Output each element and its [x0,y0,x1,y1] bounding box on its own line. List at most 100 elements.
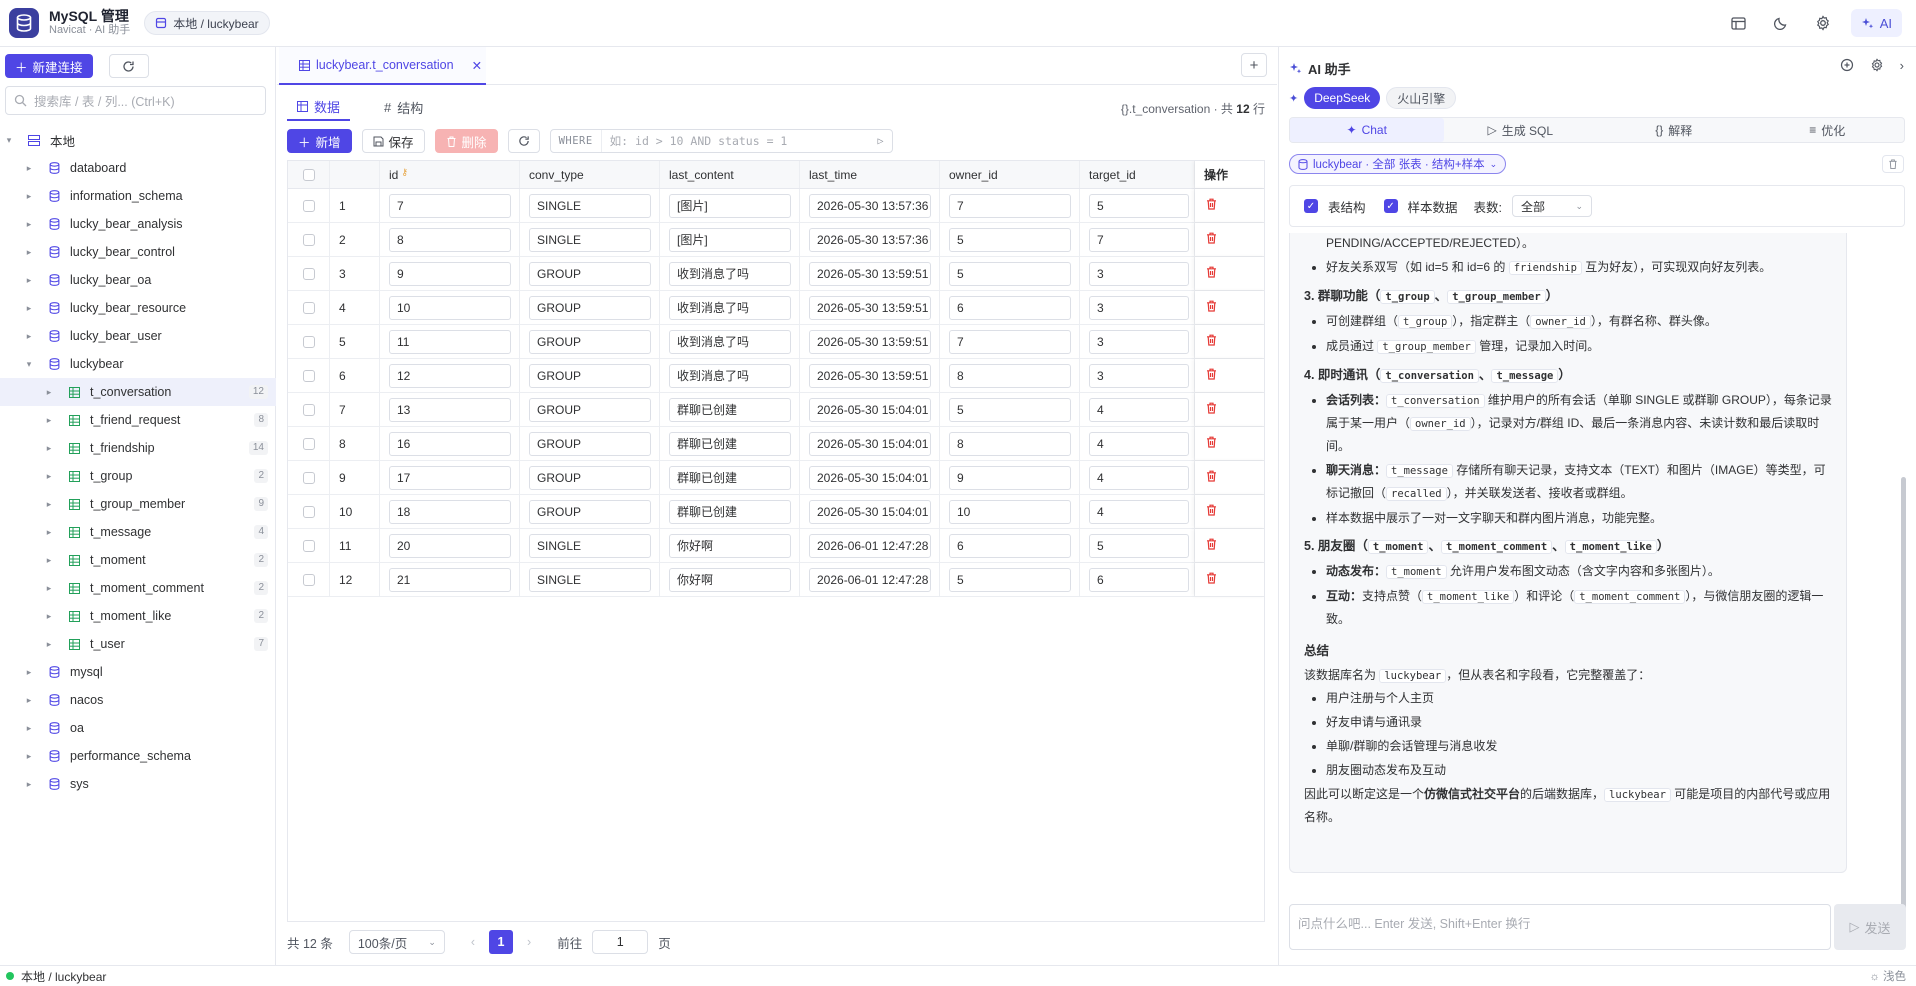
connection-breadcrumb[interactable]: 本地 / luckybear [144,11,270,35]
cell-editor-id[interactable]: 9 [389,261,511,286]
ai-toggle-button[interactable]: AI [1850,9,1902,37]
cell-editor-target-id[interactable]: 4 [1089,499,1189,524]
cell-editor-conv-type[interactable]: SINGLE [529,227,651,252]
cell-editor-conv-type[interactable]: GROUP [529,397,651,422]
tree-item-database[interactable]: ▸ lucky_bear_user [0,322,276,350]
tree-item-table[interactable]: ▸ t_user 7 [0,630,276,658]
row-checkbox[interactable] [302,437,315,450]
row-checkbox[interactable] [302,573,315,586]
send-button[interactable]: ▷ 发送 [1834,904,1906,950]
cell-editor-conv-type[interactable]: GROUP [529,363,651,388]
cell-editor-id[interactable]: 18 [389,499,511,524]
chevron-right-icon[interactable]: ▸ [44,555,54,566]
cell-editor-owner-id[interactable]: 8 [949,363,1071,388]
tree-item-table[interactable]: ▸ t_friendship 14 [0,434,276,462]
chevron-right-icon[interactable]: ▸ [24,331,34,342]
cell-editor-target-id[interactable]: 4 [1089,465,1189,490]
tree-item-table[interactable]: ▸ t_group 2 [0,462,276,490]
cell-editor-last-time[interactable]: 2026-05-30 13:57:36 [809,227,931,252]
cell-editor-conv-type[interactable]: GROUP [529,465,651,490]
table-row[interactable]: 9 17 GROUP 群聊已创建 2026-05-30 15:04:01 9 4 [288,461,1264,495]
chevron-right-icon[interactable]: ▸ [24,667,34,678]
cell-editor-last-content[interactable]: [图片] [669,227,791,252]
cell-editor-last-content[interactable]: 收到消息了吗 [669,295,791,320]
chevron-down-icon[interactable]: ▾ [4,135,14,146]
checkbox[interactable] [302,168,315,181]
chevron-right-icon[interactable]: › [1900,58,1904,75]
tree-item-database[interactable]: ▸ sys [0,770,276,798]
tree-item-root[interactable]: ▾ 本地 [0,126,276,154]
new-tab-button[interactable]: + [1241,53,1267,77]
cell-editor-id[interactable]: 12 [389,363,511,388]
cell-editor-conv-type[interactable]: SINGLE [529,567,651,592]
cell-editor-last-time[interactable]: 2026-06-01 12:47:28 [809,533,931,558]
chevron-right-icon[interactable]: ▸ [44,471,54,482]
tables-count-select[interactable]: 全部 ⌄ [1512,195,1593,217]
tree-item-database[interactable]: ▸ nacos [0,686,276,714]
cell-editor-id[interactable]: 7 [389,193,511,218]
tree-item-database[interactable]: ▸ mysql [0,658,276,686]
table-row[interactable]: 3 9 GROUP 收到消息了吗 2026-05-30 13:59:51 5 3 [288,257,1264,291]
cell-editor-conv-type[interactable]: SINGLE [529,533,651,558]
sidebar-search-input[interactable]: 搜索库 / 表 / 列... (Ctrl+K) [5,86,266,115]
row-checkbox-cell[interactable] [288,495,330,528]
cell-editor-last-content[interactable]: 收到消息了吗 [669,261,791,286]
cell-editor-last-time[interactable]: 2026-05-30 15:04:01 [809,431,931,456]
cell-editor-last-content[interactable]: 你好啊 [669,567,791,592]
clear-chat-button[interactable] [1882,155,1904,173]
cell-editor-owner-id[interactable]: 6 [949,295,1071,320]
cell-editor-target-id[interactable]: 7 [1089,227,1189,252]
layout-icon[interactable] [1725,9,1753,37]
new-connection-button[interactable]: ＋ 新建连接 [5,54,93,78]
delete-row-icon[interactable] [1206,232,1217,247]
chevron-right-icon[interactable]: ▸ [44,611,54,622]
cell-editor-last-content[interactable]: 群聊已创建 [669,465,791,490]
chevron-right-icon[interactable]: ▸ [24,275,34,286]
chevron-down-icon[interactable]: ▾ [24,359,34,370]
close-icon[interactable]: ✕ [472,58,482,73]
cell-editor-last-time[interactable]: 2026-05-30 15:04:01 [809,499,931,524]
tab-structure[interactable]: # 结构 [374,93,433,121]
tree-item-database[interactable]: ▸ lucky_bear_analysis [0,210,276,238]
refresh-data-button[interactable] [507,129,540,153]
row-checkbox[interactable] [302,335,315,348]
row-checkbox[interactable] [302,369,315,382]
delete-row-icon[interactable] [1206,334,1217,349]
save-button[interactable]: 保存 [361,129,425,153]
row-checkbox-cell[interactable] [288,393,330,426]
cell-editor-conv-type[interactable]: GROUP [529,431,651,456]
cell-editor-last-content[interactable]: 群聊已创建 [669,397,791,422]
chevron-right-icon[interactable]: ▸ [44,415,54,426]
cell-editor-owner-id[interactable]: 5 [949,397,1071,422]
row-checkbox[interactable] [302,301,315,314]
column-header-owner-id[interactable]: owner_id [940,161,1080,188]
tab-generate-sql[interactable]: ▷ 生成 SQL [1444,118,1598,142]
chevron-right-icon[interactable]: ▸ [24,695,34,706]
tree-item-table[interactable]: ▸ t_moment_comment 2 [0,574,276,602]
table-row[interactable]: 7 13 GROUP 群聊已创建 2026-05-30 15:04:01 5 4 [288,393,1264,427]
cell-editor-last-content[interactable]: [图片] [669,193,791,218]
cell-editor-conv-type[interactable]: GROUP [529,499,651,524]
tree-item-database[interactable]: ▸ oa [0,714,276,742]
select-all-checkbox[interactable] [288,161,330,188]
cell-editor-owner-id[interactable]: 7 [949,193,1071,218]
cell-editor-target-id[interactable]: 4 [1089,397,1189,422]
table-row[interactable]: 5 11 GROUP 收到消息了吗 2026-05-30 13:59:51 7 3 [288,325,1264,359]
column-header-last-content[interactable]: last_content [660,161,800,188]
chevron-right-icon[interactable]: ▸ [24,723,34,734]
row-checkbox[interactable] [302,403,315,416]
tab-explain[interactable]: {} 解释 [1597,118,1751,142]
goto-page-input[interactable]: 1 [592,930,649,954]
cell-editor-owner-id[interactable]: 5 [949,567,1071,592]
chevron-right-icon[interactable]: ▸ [44,387,54,398]
tree-item-table[interactable]: ▸ t_group_member 9 [0,490,276,518]
tree-item-table[interactable]: ▸ t_friend_request 8 [0,406,276,434]
cell-editor-last-time[interactable]: 2026-05-30 13:57:36 [809,193,931,218]
cell-editor-owner-id[interactable]: 8 [949,431,1071,456]
row-checkbox[interactable] [302,539,315,552]
row-checkbox-cell[interactable] [288,529,330,562]
delete-row-icon[interactable] [1206,538,1217,553]
delete-row-icon[interactable] [1206,572,1217,587]
cell-editor-target-id[interactable]: 3 [1089,329,1189,354]
tree-item-database[interactable]: ▸ lucky_bear_control [0,238,276,266]
